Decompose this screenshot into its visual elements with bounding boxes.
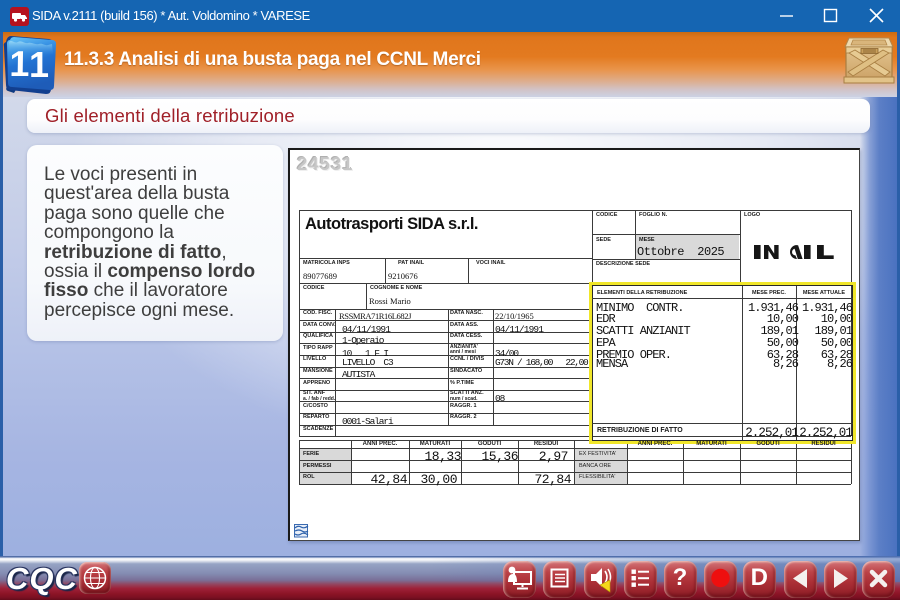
svg-text:1: 1: [9, 43, 30, 84]
svg-text:1: 1: [29, 44, 49, 85]
